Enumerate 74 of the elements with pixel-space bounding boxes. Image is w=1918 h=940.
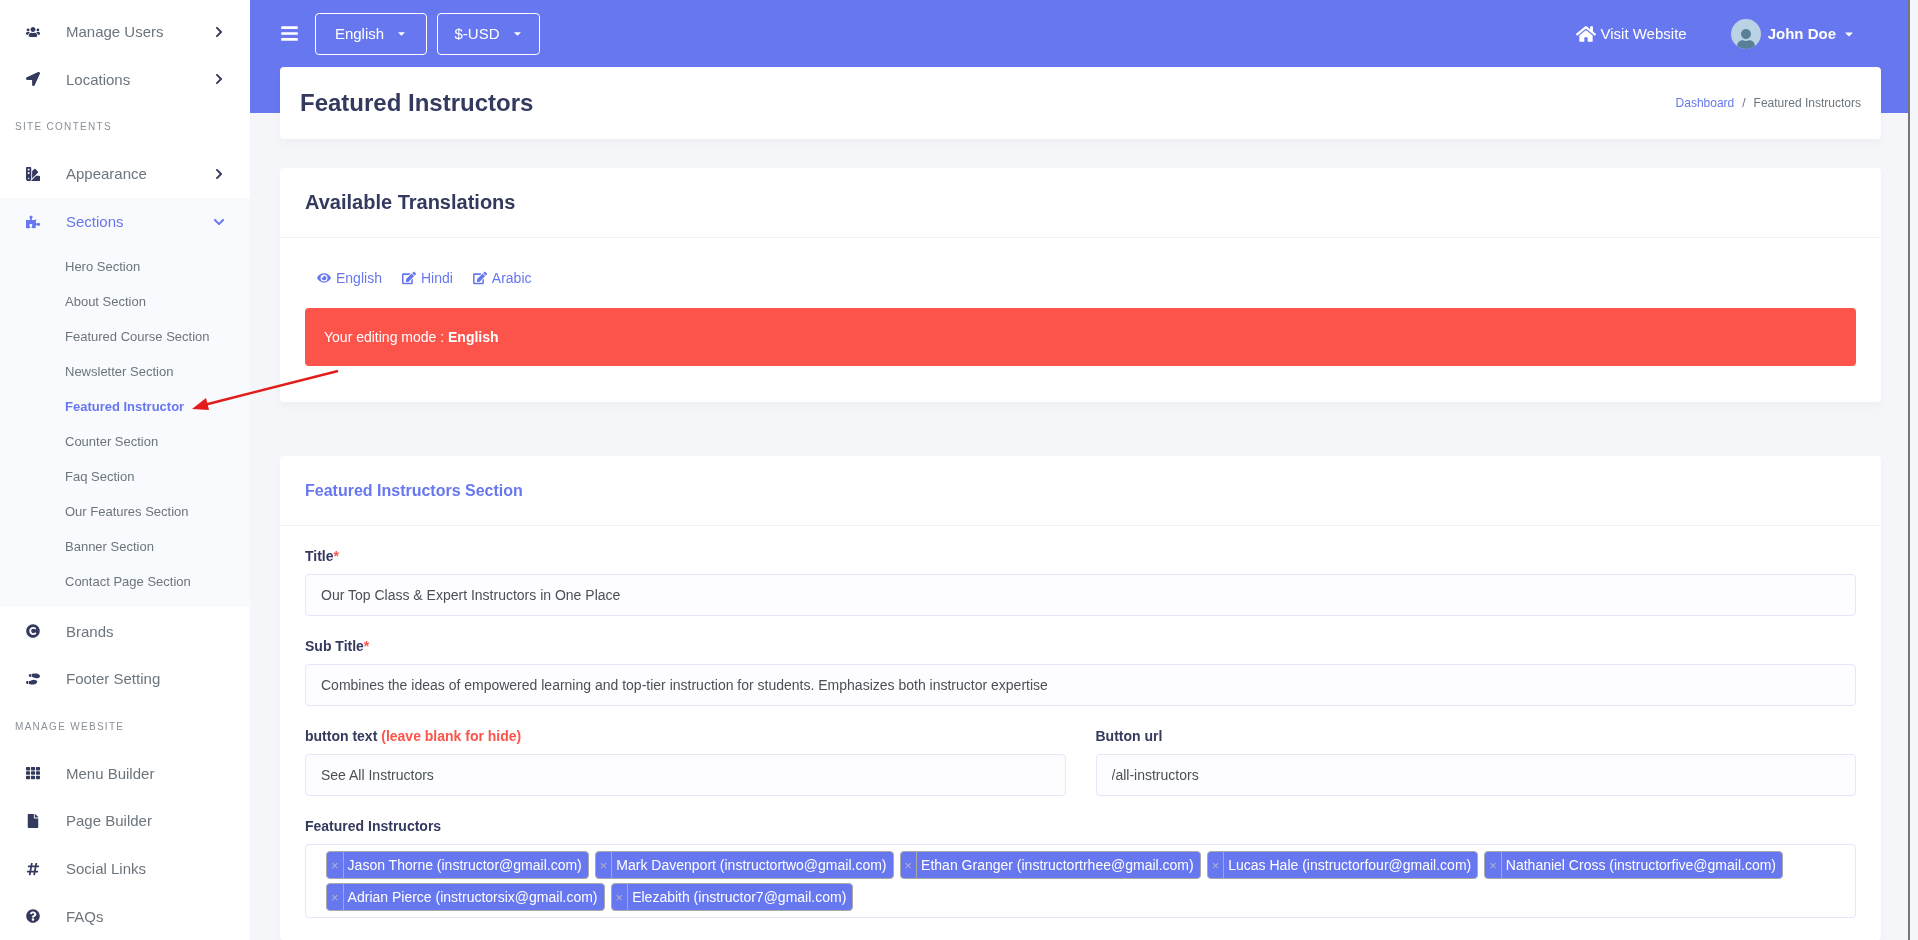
tag-label: Lucas Hale (instructorfour@gmail.com) [1227,857,1473,873]
field-label: Featured Instructors [305,818,443,834]
tag-label: Elezabith (instructor7@gmail.com) [631,889,848,905]
field-label: Button url [1095,728,1164,744]
sidebar-item-label: Appearance [66,165,148,183]
required-mark: * [333,548,339,564]
edit-icon [401,271,416,285]
field-label: button text (leave blank for hide) [305,728,523,744]
field-label: Title* [305,548,340,564]
sidebar-item-label: Brands [66,622,115,640]
menu-item-icon [26,861,40,876]
sidebar-item-label: Manage Users [66,23,165,41]
visit-website-link[interactable]: Visit Website [1575,23,1687,44]
breadcrumb-current: Featured Instructors [1753,96,1861,111]
submenu-item[interactable]: Counter Section [0,424,250,460]
menu-item-icon [26,214,40,229]
menu-item-icon [26,166,40,181]
card-title: Featured Instructors Section [305,481,523,500]
card-title: Available Translations [305,191,516,214]
breadcrumb-separator: / [1742,96,1746,111]
submenu-item[interactable]: Hero Section [0,249,250,285]
user-menu[interactable]: John Doe [1724,17,1861,50]
field-label: Sub Title* [305,638,371,654]
language-dropdown[interactable]: English [315,12,427,55]
chevron-right-icon [213,167,225,180]
required-mark: * [363,638,370,654]
sidebar-item-label: Footer Setting [66,670,162,688]
tag-label: Mark Davenport (instructortwo@gmail.com) [615,857,888,873]
page-title: Featured Instructors [300,89,534,118]
edit-icon [472,271,487,285]
sidebar-item-label: Sections [66,213,125,230]
menu-item-icon [26,813,40,828]
menu-item-icon [26,72,40,87]
home-icon [1575,23,1596,44]
submenu-item[interactable]: Faq Section [0,459,250,495]
text-field[interactable]: See All Instructors [305,754,1066,796]
text-field[interactable]: Our Top Class & Expert Instructors in One Place [305,574,1856,616]
tag-label: Ethan Granger (instructortrhee@gmail.com) [920,857,1195,873]
menu-item-icon [26,909,40,924]
chevron-right-icon [213,73,225,86]
submenu-item[interactable]: Contact Page Section [0,564,250,600]
sidebar-item-label: Menu Builder [66,764,156,782]
eye-icon [317,271,331,285]
chevron-right-icon [213,25,225,38]
submenu-item[interactable]: Our Features Section [0,494,250,530]
text-field[interactable]: Combines the ideas of empowered learning and top-tier instruction for students. Emphasizes both instructor expertise [305,664,1856,706]
submenu-item[interactable]: Featured Course Section [0,319,250,355]
avatar [1730,18,1761,49]
alert-text: Your editing mode : English [324,329,499,345]
tag-label: Jason Thorne (instructor@gmail.com) [346,857,583,873]
language-link[interactable]: Arabic [472,270,532,286]
language-link[interactable]: English [317,270,382,286]
tag-label: Nathaniel Cross (instructorfive@gmail.com) [1504,857,1777,873]
submenu-item[interactable]: About Section [0,284,250,320]
sidebar-item-label: Page Builder [66,812,153,830]
breadcrumb-link[interactable]: Dashboard [1675,96,1735,111]
currency-dropdown[interactable]: $-USD [437,12,540,55]
menu-item-icon [26,766,40,781]
sidebar-heading: SITE CONTENTS [14,120,113,135]
submenu-item[interactable]: Featured Instructor [0,389,250,425]
sidebar-item-label: FAQs [66,907,105,925]
text-field[interactable]: /all-instructors [1095,754,1856,796]
menu-icon[interactable] [280,24,299,44]
submenu-item[interactable]: Banner Section [0,529,250,565]
sidebar-item[interactable]: Sections [0,197,250,246]
sidebar-item-label: Social Links [66,860,148,877]
tag-label: Adrian Pierce (instructorsix@gmail.com) [346,889,599,905]
sidebar-item-label: Locations [66,71,132,88]
menu-item-icon [26,624,40,639]
menu-item-icon [26,671,40,686]
menu-item-icon [26,24,40,39]
language-link[interactable]: Hindi [401,270,453,286]
submenu-item[interactable]: Newsletter Section [0,354,250,390]
sidebar-heading: MANAGE WEBSITE [14,719,126,734]
